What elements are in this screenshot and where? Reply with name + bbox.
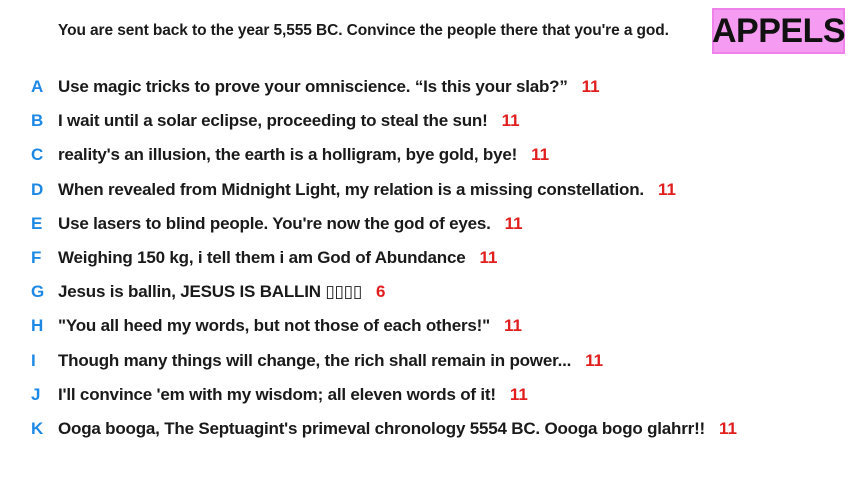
answer-row: B I wait until a solar eclipse, proceedin… (0, 104, 737, 138)
answer-text: Use lasers to blind people. You're now t… (58, 213, 491, 233)
answer-score: 11 (585, 350, 604, 370)
answer-row: F Weighing 150 kg, i tell them i am God o… (0, 241, 737, 275)
answer-letter: E (31, 213, 43, 233)
answer-row: G Jesus is ballin, JESUS IS BALLIN ▯▯▯▯ 6 (0, 275, 737, 309)
answer-letter: A (31, 77, 44, 97)
answer-score: 11 (581, 77, 600, 97)
answer-text: "You all heed my words, but not those of… (58, 316, 490, 336)
answer-row: J I'll convince 'em with my wisdom; all e… (0, 378, 737, 412)
answer-letter: H (31, 316, 44, 336)
answer-letter: G (31, 282, 45, 302)
answer-letter: F (31, 248, 42, 268)
answer-score: 11 (657, 179, 676, 199)
answer-row: K Ooga booga, The Septuagint's primeval c… (0, 412, 737, 446)
answer-score: 11 (503, 316, 522, 336)
answer-row: I Though many things will change, the ric… (0, 344, 737, 378)
answer-text: reality's an illusion, the earth is a ho… (58, 145, 518, 165)
answer-score: 11 (531, 145, 550, 165)
answer-letter: C (31, 145, 44, 165)
answer-row: Creality's an illusion, the earth is a h… (0, 138, 737, 172)
answer-letter: B (31, 111, 44, 131)
prompt-text: You are sent back to the year 5,555 BC. … (58, 22, 669, 39)
answer-row: D When revealed from Midnight Light, my r… (0, 173, 737, 207)
answer-score: 11 (509, 384, 528, 404)
game-logo: APPELS (712, 8, 846, 54)
answer-text: I wait until a solar eclipse, proceeding… (58, 111, 488, 131)
answer-text: Though many things will change, the rich… (58, 350, 572, 370)
answer-text: Weighing 150 kg, i tell them i am God of… (58, 248, 466, 268)
answer-score: 11 (479, 248, 498, 268)
answer-letter: I (31, 350, 36, 370)
answer-score: 11 (501, 111, 520, 131)
answer-letter: K (31, 418, 44, 438)
answer-text: When revealed from Midnight Light, my re… (58, 179, 644, 199)
answer-text: I'll convince 'em with my wisdom; all el… (58, 384, 496, 404)
answer-score: 11 (504, 213, 523, 233)
answer-row: E Use lasers to blind people. You're now … (0, 207, 737, 241)
answer-row: A Use magic tricks to prove your omniscie… (0, 70, 737, 104)
answer-letter: D (31, 179, 44, 199)
answer-text: Use magic tricks to prove your omniscien… (58, 77, 568, 97)
answer-row: H "You all heed my words, but not those o… (0, 309, 737, 343)
answer-letter: J (31, 384, 41, 404)
answer-text: Ooga booga, The Septuagint's primeval ch… (58, 418, 705, 438)
answer-list: A Use magic tricks to prove your omniscie… (0, 70, 737, 446)
answer-score: 11 (719, 418, 737, 438)
answer-text: Jesus is ballin, JESUS IS BALLIN ▯▯▯▯ (58, 282, 362, 302)
answer-score: 6 (376, 282, 386, 302)
